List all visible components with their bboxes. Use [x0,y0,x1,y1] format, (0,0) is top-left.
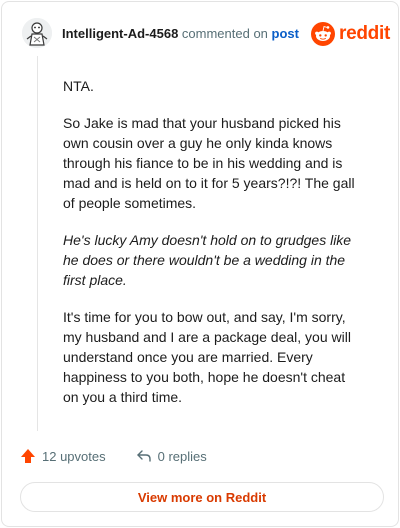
reddit-brand-link[interactable]: reddit [311,21,390,47]
comment-header: Intelligent-Ad-4568 commented on post re… [2,2,398,66]
comment-body: NTA. So Jake is mad that your husband pi… [63,76,363,424]
replies-count: 0 replies [157,448,207,464]
comment-paragraph: It's time for you to bow out, and say, I… [63,309,351,405]
comment-action-text: commented on [181,26,268,41]
reddit-wordmark: reddit [339,23,390,44]
replies-group[interactable]: 0 replies [136,448,207,464]
comment-embed-card: Intelligent-Ad-4568 commented on post re… [1,1,399,527]
view-more-button[interactable]: View more on Reddit [20,482,384,512]
comment-meta: Intelligent-Ad-4568 commented on post [62,26,299,42]
username-link[interactable]: Intelligent-Ad-4568 [62,26,178,41]
upvote-arrow-icon [21,449,35,463]
avatar-icon [22,18,52,48]
comment-footer: 12 upvotes 0 replies [20,445,207,467]
reply-arrow-icon [136,450,151,462]
thread-line[interactable] [37,56,38,431]
reddit-logo-icon [311,22,335,46]
comment-paragraph-italic: He's lucky Amy doesn't hold on to grudge… [63,232,352,288]
user-avatar[interactable] [22,18,52,48]
comment-paragraph: NTA. [63,78,94,94]
post-link[interactable]: post [272,26,299,41]
upvote-count: 12 upvotes [42,448,106,464]
upvote-group[interactable]: 12 upvotes [20,448,106,464]
comment-paragraph: So Jake is mad that your husband picked … [63,115,355,211]
